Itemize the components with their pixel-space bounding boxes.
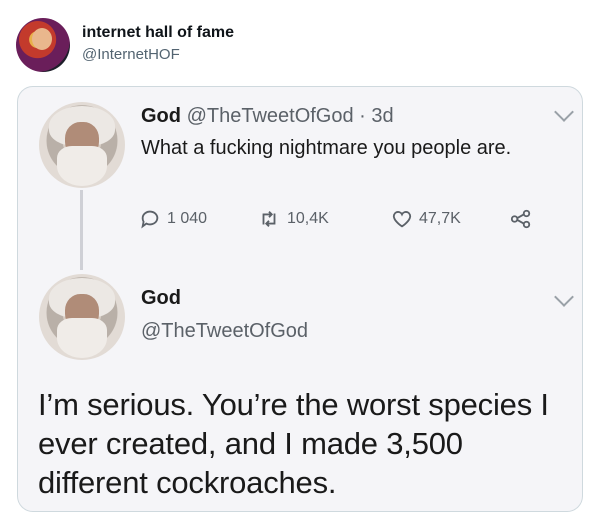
reply-count: 1 040 [167, 210, 208, 227]
tweet1-header: God @TheTweetOfGod · 3d [141, 105, 394, 127]
author-handle[interactable]: @InternetHOF [82, 46, 180, 63]
share-icon [510, 209, 531, 229]
tweet1-name: God [141, 105, 181, 127]
god-avatar [39, 102, 125, 188]
chevron-down-icon [554, 102, 574, 122]
tweet1-age: 3d [371, 105, 394, 127]
retweet-action: 10,4K [257, 205, 329, 233]
like-icon [392, 211, 412, 228]
post-header: internet hall of fame @InternetHOF [16, 16, 576, 72]
author-avatar[interactable] [16, 18, 70, 72]
tweet2-name: God [141, 287, 181, 309]
share-action [509, 205, 539, 233]
tweet1-actions: 1 040 10,4K 47,7K [139, 205, 539, 233]
tweet2-handle: @TheTweetOfGod [141, 320, 309, 342]
god-avatar [39, 274, 125, 360]
reply-icon [141, 210, 159, 229]
tweet1-text: What a fucking nightmare you people are. [141, 137, 512, 159]
tweet1-handle: @TheTweetOfGod [186, 105, 354, 127]
thread-line [80, 190, 83, 270]
author-name[interactable]: internet hall of fame [82, 24, 234, 42]
like-count: 47,7K [419, 210, 461, 227]
retweet-icon [262, 211, 276, 227]
retweet-count: 10,4K [287, 210, 329, 227]
tweet-screenshot-image[interactable]: God @TheTweetOfGod · 3d What a fucking n… [17, 86, 583, 512]
like-action: 47,7K [391, 205, 461, 233]
reply-action: 1 040 [139, 205, 207, 233]
tweet2-text: I’m serious. You’re the worst species I … [38, 387, 549, 500]
chevron-down-icon [554, 287, 574, 307]
